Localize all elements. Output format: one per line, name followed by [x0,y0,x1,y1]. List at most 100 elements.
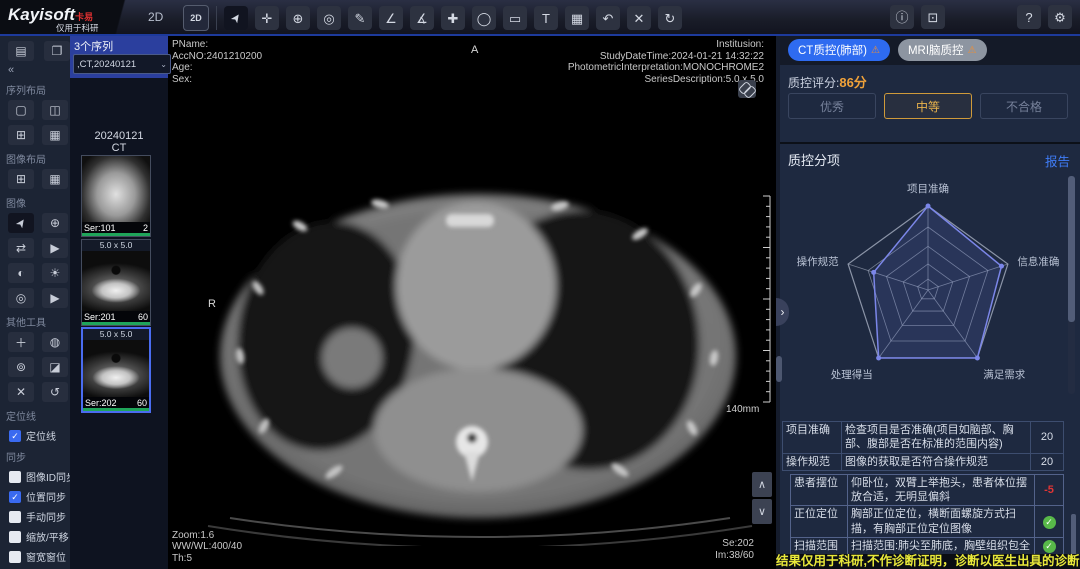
next-image-button[interactable]: ∨ [752,499,772,524]
toolbar-separator [216,6,217,30]
table-row: 患者摆位仰卧位，双臂上举抱头，患者体位摆放合适，无明显偏斜-5 [791,474,1064,506]
mode-2d-label: 2D [148,10,163,24]
sync-checkbox[interactable]: ✓ [9,491,21,503]
sync-checkbox[interactable] [9,551,21,563]
study-info-overlay: Institusion:StudyDateTime:2024-01-21 14:… [568,39,764,85]
cursor-button[interactable]: ➤ [8,213,34,233]
help-button[interactable]: ? [1017,5,1041,29]
reset-button[interactable]: ↻ [658,6,682,30]
undo-icon: ↶ [603,12,614,25]
overlay-line: Th:5 [172,553,242,565]
delete-icon: ✕ [16,385,26,399]
target-button[interactable]: ◎ [8,288,34,308]
angle-tool-button[interactable]: ∠ [379,6,403,30]
sync-checkbox-row[interactable]: 手动同步 [9,509,70,524]
report-icon[interactable]: ▤ [8,41,34,61]
series-thumbnail[interactable]: 5.0 x 5.0Ser:20260 [81,327,151,413]
overlay-line: AccNO:2401210200 [172,51,262,63]
series-thumbnail[interactable]: Ser:1012 [81,155,151,237]
crosshair-button[interactable]: ＋ [8,332,34,352]
collapse-sidebar-button[interactable]: « [8,64,70,76]
penalty-score: -5 [1044,484,1054,496]
cobb-angle-tool-button[interactable]: ∡ [410,6,434,30]
sync-checkbox[interactable] [9,471,21,483]
copy-icon[interactable]: ❐ [44,41,70,61]
delete-button[interactable]: ✕ [8,382,34,402]
flip-button[interactable]: ⇄ [8,238,34,258]
sync-section-label: 同步 [6,449,70,464]
cobb-angle-tool-icon: ∡ [416,12,428,25]
localizer-checkbox-row[interactable]: ✓定位线 [9,428,70,443]
thumbnail-series-bar: Ser:20160 [82,311,150,322]
image-layout-3x3-button[interactable]: ▦ [42,169,68,189]
settings-icon: ⚙ [1054,11,1066,24]
sync-checkbox-row[interactable]: 窗宽窗位 [9,549,70,564]
undo-button[interactable]: ↶ [596,6,620,30]
grade-button[interactable]: 中等 [884,93,972,119]
sync-checkbox[interactable] [9,531,21,543]
save-button[interactable]: ⊡ [921,5,945,29]
viewer-scrollbar-thumb[interactable] [776,356,782,382]
delete-annotation-button[interactable]: ✕ [627,6,651,30]
angle-tool-icon: ∠ [385,12,397,25]
series-thumbnail[interactable]: 5.0 x 5.0Ser:20160 [81,239,151,326]
image-layout-2x2-icon: ⊞ [16,172,26,186]
grade-button[interactable]: 优秀 [788,93,876,119]
overlay-line: WW/WL:400/40 [172,541,242,553]
series-layout-1x1-button[interactable]: ▢ [8,100,34,120]
reset-icon: ↻ [665,12,676,25]
sync-checkbox-row[interactable]: 缩放/平移 [9,529,70,544]
previous-image-button[interactable]: ∧ [752,472,772,497]
cine-play-icon: ▶ [50,291,59,305]
grade-button[interactable]: 不合格 [980,93,1068,119]
brightness-button[interactable]: ☀ [42,263,68,283]
top-toolbar: Kayisoft卡易 仅用于科研 2D 2D➤✛⊕◎✎∠∡✚◯▭T▦↶✕↻ ⓘ⊡… [0,0,1080,36]
layout-2d-button[interactable]: 2D [183,5,209,31]
qc-item-desc: 检查项目是否准确(项目如脑部、胸部、腹部是否在标准的范围内容) [842,422,1031,454]
radar-scrollbar[interactable] [1068,176,1075,394]
rect-roi-tool-button[interactable]: ▭ [503,6,527,30]
table-scrollbar-thumb[interactable] [1071,514,1076,558]
invert-contrast-button[interactable]: ◐ [8,263,34,283]
series-layout-2x2-button[interactable]: ⊞ [8,125,34,145]
series-layout-3x3-button[interactable]: ▦ [42,125,68,145]
image-viewport[interactable]: PName:AccNO:2401210200Age:Sex: Institusi… [168,36,776,569]
scroll-stack-button[interactable]: ▶ [42,238,68,258]
table-row: 正位定位胸部正位定位，横断面螺旋方式扫描，有胸部正位定位图像✓ [791,506,1064,538]
table-row: 项目准确检查项目是否准确(项目如脑部、胸部、腹部是否在标准的范围内容)20 [783,422,1064,454]
settings-button[interactable]: ⚙ [1048,5,1072,29]
info-button[interactable]: ⓘ [890,5,914,29]
text-annotation-tool-button[interactable]: T [534,6,558,30]
qc-tab-active[interactable]: CT质控(肺部)⚠ [788,39,890,61]
image-annotation-button[interactable]: ▦ [565,6,589,30]
link-sync-icon[interactable] [738,80,756,98]
localizer-checkbox[interactable]: ✓ [9,430,21,442]
ellipse-roi-tool-button[interactable]: ◯ [472,6,496,30]
sync-checkbox-row[interactable]: ✓位置同步 [9,489,70,504]
series-group-date: 20240121 [70,130,168,142]
marker-tool-button[interactable]: ✚ [441,6,465,30]
table-row: 操作规范图像的获取是否符合操作规范20 [783,453,1064,470]
zoom-in-tool-button[interactable]: ⊕ [286,6,310,30]
roi-probe-button[interactable]: ⊚ [8,357,34,377]
magnify-button[interactable]: ⊕ [42,213,68,233]
eraser-button[interactable]: ◪ [42,357,68,377]
sync-checkbox[interactable] [9,511,21,523]
qc-tab-inactive[interactable]: MRI脑质控⚠ [898,39,987,61]
measure-tool-button[interactable]: ✎ [348,6,372,30]
image-layout-2x2-button[interactable]: ⊞ [8,169,34,189]
series-layout-2x2-icon: ⊞ [16,128,26,142]
series-layout-1x2-button[interactable]: ◫ [42,100,68,120]
window-level-tool-button[interactable]: ◎ [317,6,341,30]
invert-contrast-icon: ◐ [17,266,24,280]
cursor-tool-button[interactable]: ➤ [224,6,248,30]
warning-icon: ⚠ [871,45,880,56]
pan-tool-button[interactable]: ✛ [255,6,279,30]
study-select-dropdown[interactable]: ,CT,20240121 ⌄ [73,54,171,74]
cine-play-button[interactable]: ▶ [42,288,68,308]
sync-checkbox-row[interactable]: 图像ID同步 [9,469,70,484]
qc-radar-chart: 项目准确信息准确满足需求处理得当操作规范 [788,166,1064,406]
rotate-ccw-button[interactable]: ↺ [42,382,68,402]
comment-button[interactable]: ◍ [42,332,68,352]
radar-scrollbar-thumb[interactable] [1068,176,1075,322]
